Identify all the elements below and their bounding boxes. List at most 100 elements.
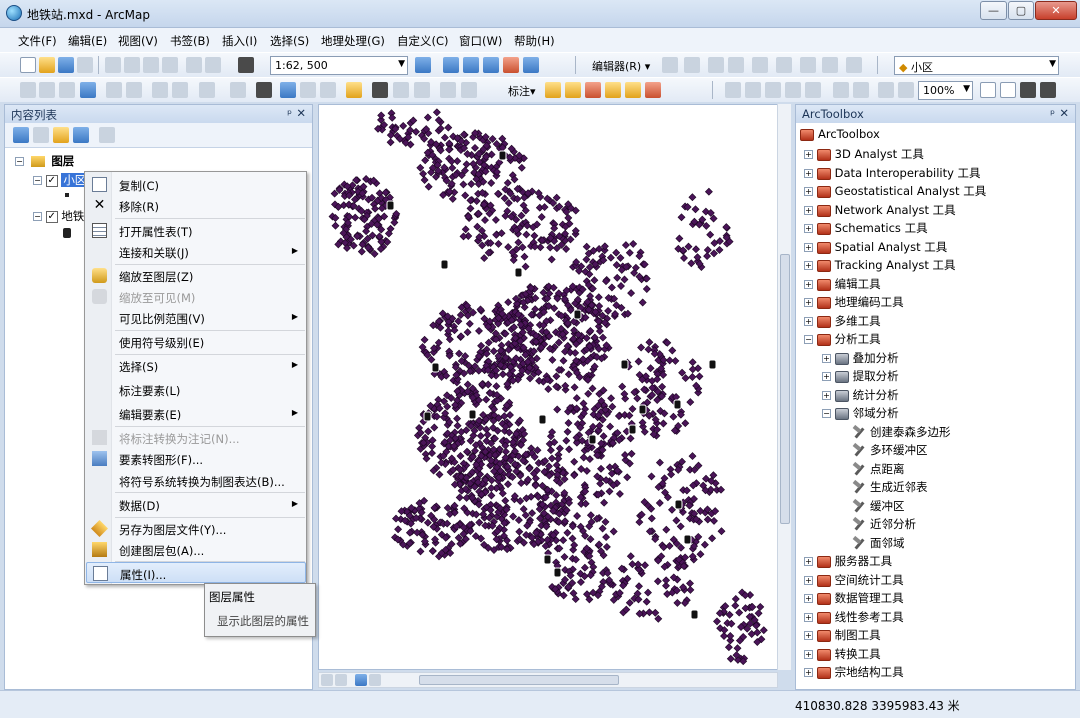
save-icon[interactable]	[58, 57, 74, 73]
open-folder-icon[interactable]	[39, 57, 55, 73]
zoom-in-icon[interactable]	[20, 82, 36, 98]
full-extent-icon[interactable]	[80, 82, 96, 98]
trace-icon[interactable]	[728, 57, 744, 73]
toolset-overlay[interactable]: + 叠加分析	[822, 350, 899, 366]
copy-icon[interactable]	[124, 57, 140, 73]
layer-ditie[interactable]: − ✓ 地铁	[33, 208, 84, 224]
toolbox-parcel-fabric[interactable]: + 宗地结构工具	[804, 664, 904, 680]
menu-item-visible-scale-range[interactable]: 可见比例范围(V) ▶	[86, 307, 306, 328]
collapse-icon[interactable]: −	[822, 409, 831, 418]
go-to-xy-icon[interactable]	[414, 82, 430, 98]
list-by-drawing-order-icon[interactable]	[13, 127, 29, 143]
toolbox-analysis[interactable]: − 分析工具	[804, 331, 881, 347]
editor-toolbar-icon[interactable]	[415, 57, 431, 73]
editor-menu[interactable]: 编辑器(R) ▾	[592, 58, 650, 74]
view-unplaced-labels-icon[interactable]	[645, 82, 661, 98]
split-icon[interactable]	[846, 57, 862, 73]
zoom-percent-combo[interactable]: 100% ▼	[918, 81, 973, 100]
html-popup-icon[interactable]	[320, 82, 336, 98]
layout-forward-icon[interactable]	[853, 82, 869, 98]
tool-polygon-neighbors[interactable]: 面邻域	[852, 535, 905, 551]
menu-help[interactable]: 帮助(H)	[514, 33, 555, 49]
close-button[interactable]: ✕	[1035, 1, 1077, 20]
menu-item-properties[interactable]: 属性(I)...	[86, 562, 306, 583]
expand-icon[interactable]: +	[804, 576, 813, 585]
target-layer-combo[interactable]: ◆ 小区 ▼	[894, 56, 1059, 75]
toolbox-3d-analyst[interactable]: + 3D Analyst 工具	[804, 146, 924, 162]
toolbox-geostatistical[interactable]: + Geostatistical Analyst 工具	[804, 183, 986, 199]
toolbox-root[interactable]: ArcToolbox	[800, 127, 880, 141]
toolbox-server[interactable]: + 服务器工具	[804, 553, 892, 569]
menu-item-copy[interactable]: 复制(C)	[86, 174, 306, 195]
reshape-icon[interactable]	[800, 57, 816, 73]
expand-icon[interactable]: +	[804, 187, 813, 196]
pause-drawing-icon[interactable]	[369, 674, 381, 686]
toc-options-icon[interactable]	[99, 127, 115, 143]
focus-data-frame-icon[interactable]	[898, 82, 914, 98]
menu-item-data[interactable]: 数据(D) ▶	[86, 494, 306, 515]
find-icon[interactable]	[372, 82, 388, 98]
cut-icon[interactable]	[105, 57, 121, 73]
zoom-out-icon[interactable]	[39, 82, 55, 98]
toolbox-tracking[interactable]: + Tracking Analyst 工具	[804, 257, 956, 273]
toolbox-close-button[interactable]: ✕	[1059, 106, 1069, 120]
time-slider-icon[interactable]	[440, 82, 456, 98]
toc-close-button[interactable]: ✕	[296, 106, 306, 120]
forward-arrow-icon[interactable]	[172, 82, 188, 98]
label-priority-icon[interactable]	[565, 82, 581, 98]
toolbox-multidimension[interactable]: + 多维工具	[804, 313, 881, 329]
fixed-zoom-out-icon[interactable]	[126, 82, 142, 98]
toolbox-editing[interactable]: + 编辑工具	[804, 276, 881, 292]
collapse-icon[interactable]: −	[33, 176, 42, 185]
expand-icon[interactable]: +	[804, 261, 813, 270]
menu-item-open-attribute-table[interactable]: 打开属性表(T)	[86, 220, 306, 241]
point-icon[interactable]	[752, 57, 768, 73]
collapse-icon[interactable]: −	[33, 212, 42, 221]
edit-annotation-icon[interactable]	[684, 57, 700, 73]
tool-create-thiessen[interactable]: 创建泰森多边形	[852, 424, 951, 440]
expand-icon[interactable]: +	[804, 650, 813, 659]
menu-item-convert-symbology[interactable]: 将符号系统转换为制图表达(B)...	[86, 470, 306, 491]
expand-icon[interactable]: +	[822, 391, 831, 400]
tool-near[interactable]: 近邻分析	[852, 516, 916, 532]
toolbox-network[interactable]: + Network Analyst 工具	[804, 202, 956, 218]
add-data-icon[interactable]	[238, 57, 254, 73]
menu-item-zoom-to-layer[interactable]: 缩放至图层(Z)	[86, 265, 306, 286]
menu-windows[interactable]: 窗口(W)	[459, 33, 502, 49]
expand-icon[interactable]: +	[804, 150, 813, 159]
menu-item-create-layer-package[interactable]: 创建图层包(A)...	[86, 539, 306, 560]
tree-root-layers[interactable]: − 图层	[15, 153, 74, 169]
find-route-icon[interactable]	[393, 82, 409, 98]
toolbox-data-interop[interactable]: + Data Interoperability 工具	[804, 165, 981, 181]
menu-bookmarks[interactable]: 书签(B)	[170, 33, 210, 49]
menu-item-selection[interactable]: 选择(S) ▶	[86, 355, 306, 376]
layout-zoom-in-icon[interactable]	[725, 82, 741, 98]
toolset-statistics[interactable]: + 统计分析	[822, 387, 899, 403]
list-by-visibility-icon[interactable]	[53, 127, 69, 143]
delete-icon[interactable]	[162, 57, 178, 73]
expand-icon[interactable]: +	[804, 594, 813, 603]
menu-edit[interactable]: 编辑(E)	[68, 33, 107, 49]
data-driven-pages-icon[interactable]	[1000, 82, 1016, 98]
data-view-icon[interactable]	[321, 674, 333, 686]
select-elements-icon[interactable]	[256, 82, 272, 98]
menu-item-remove[interactable]: ✕ 移除(R)	[86, 195, 306, 216]
pan-icon[interactable]	[59, 82, 75, 98]
arctoolbox-icon[interactable]	[503, 57, 519, 73]
map-vertical-scrollbar[interactable]	[777, 104, 791, 670]
expand-icon[interactable]: +	[822, 372, 831, 381]
expand-icon[interactable]: +	[804, 317, 813, 326]
fixed-zoom-in-icon[interactable]	[106, 82, 122, 98]
menu-item-use-symbol-levels[interactable]: 使用符号级别(E)	[86, 331, 306, 352]
layer-xiaoqu[interactable]: − ✓ 小区	[33, 172, 89, 188]
expand-icon[interactable]: +	[804, 224, 813, 233]
home-icon[interactable]	[1020, 82, 1036, 98]
pin-icon[interactable]: ᵖ	[1050, 107, 1055, 121]
menu-item-edit-features[interactable]: 编辑要素(E) ▶	[86, 403, 306, 424]
python-window-icon[interactable]	[523, 57, 539, 73]
layer-name-label[interactable]: 地铁	[61, 209, 84, 223]
label-manager-icon[interactable]	[545, 82, 561, 98]
search-window-icon[interactable]	[483, 57, 499, 73]
tool-multiple-ring-buffer[interactable]: 多环缓冲区	[852, 442, 928, 458]
toolbox-cartography[interactable]: + 制图工具	[804, 627, 881, 643]
